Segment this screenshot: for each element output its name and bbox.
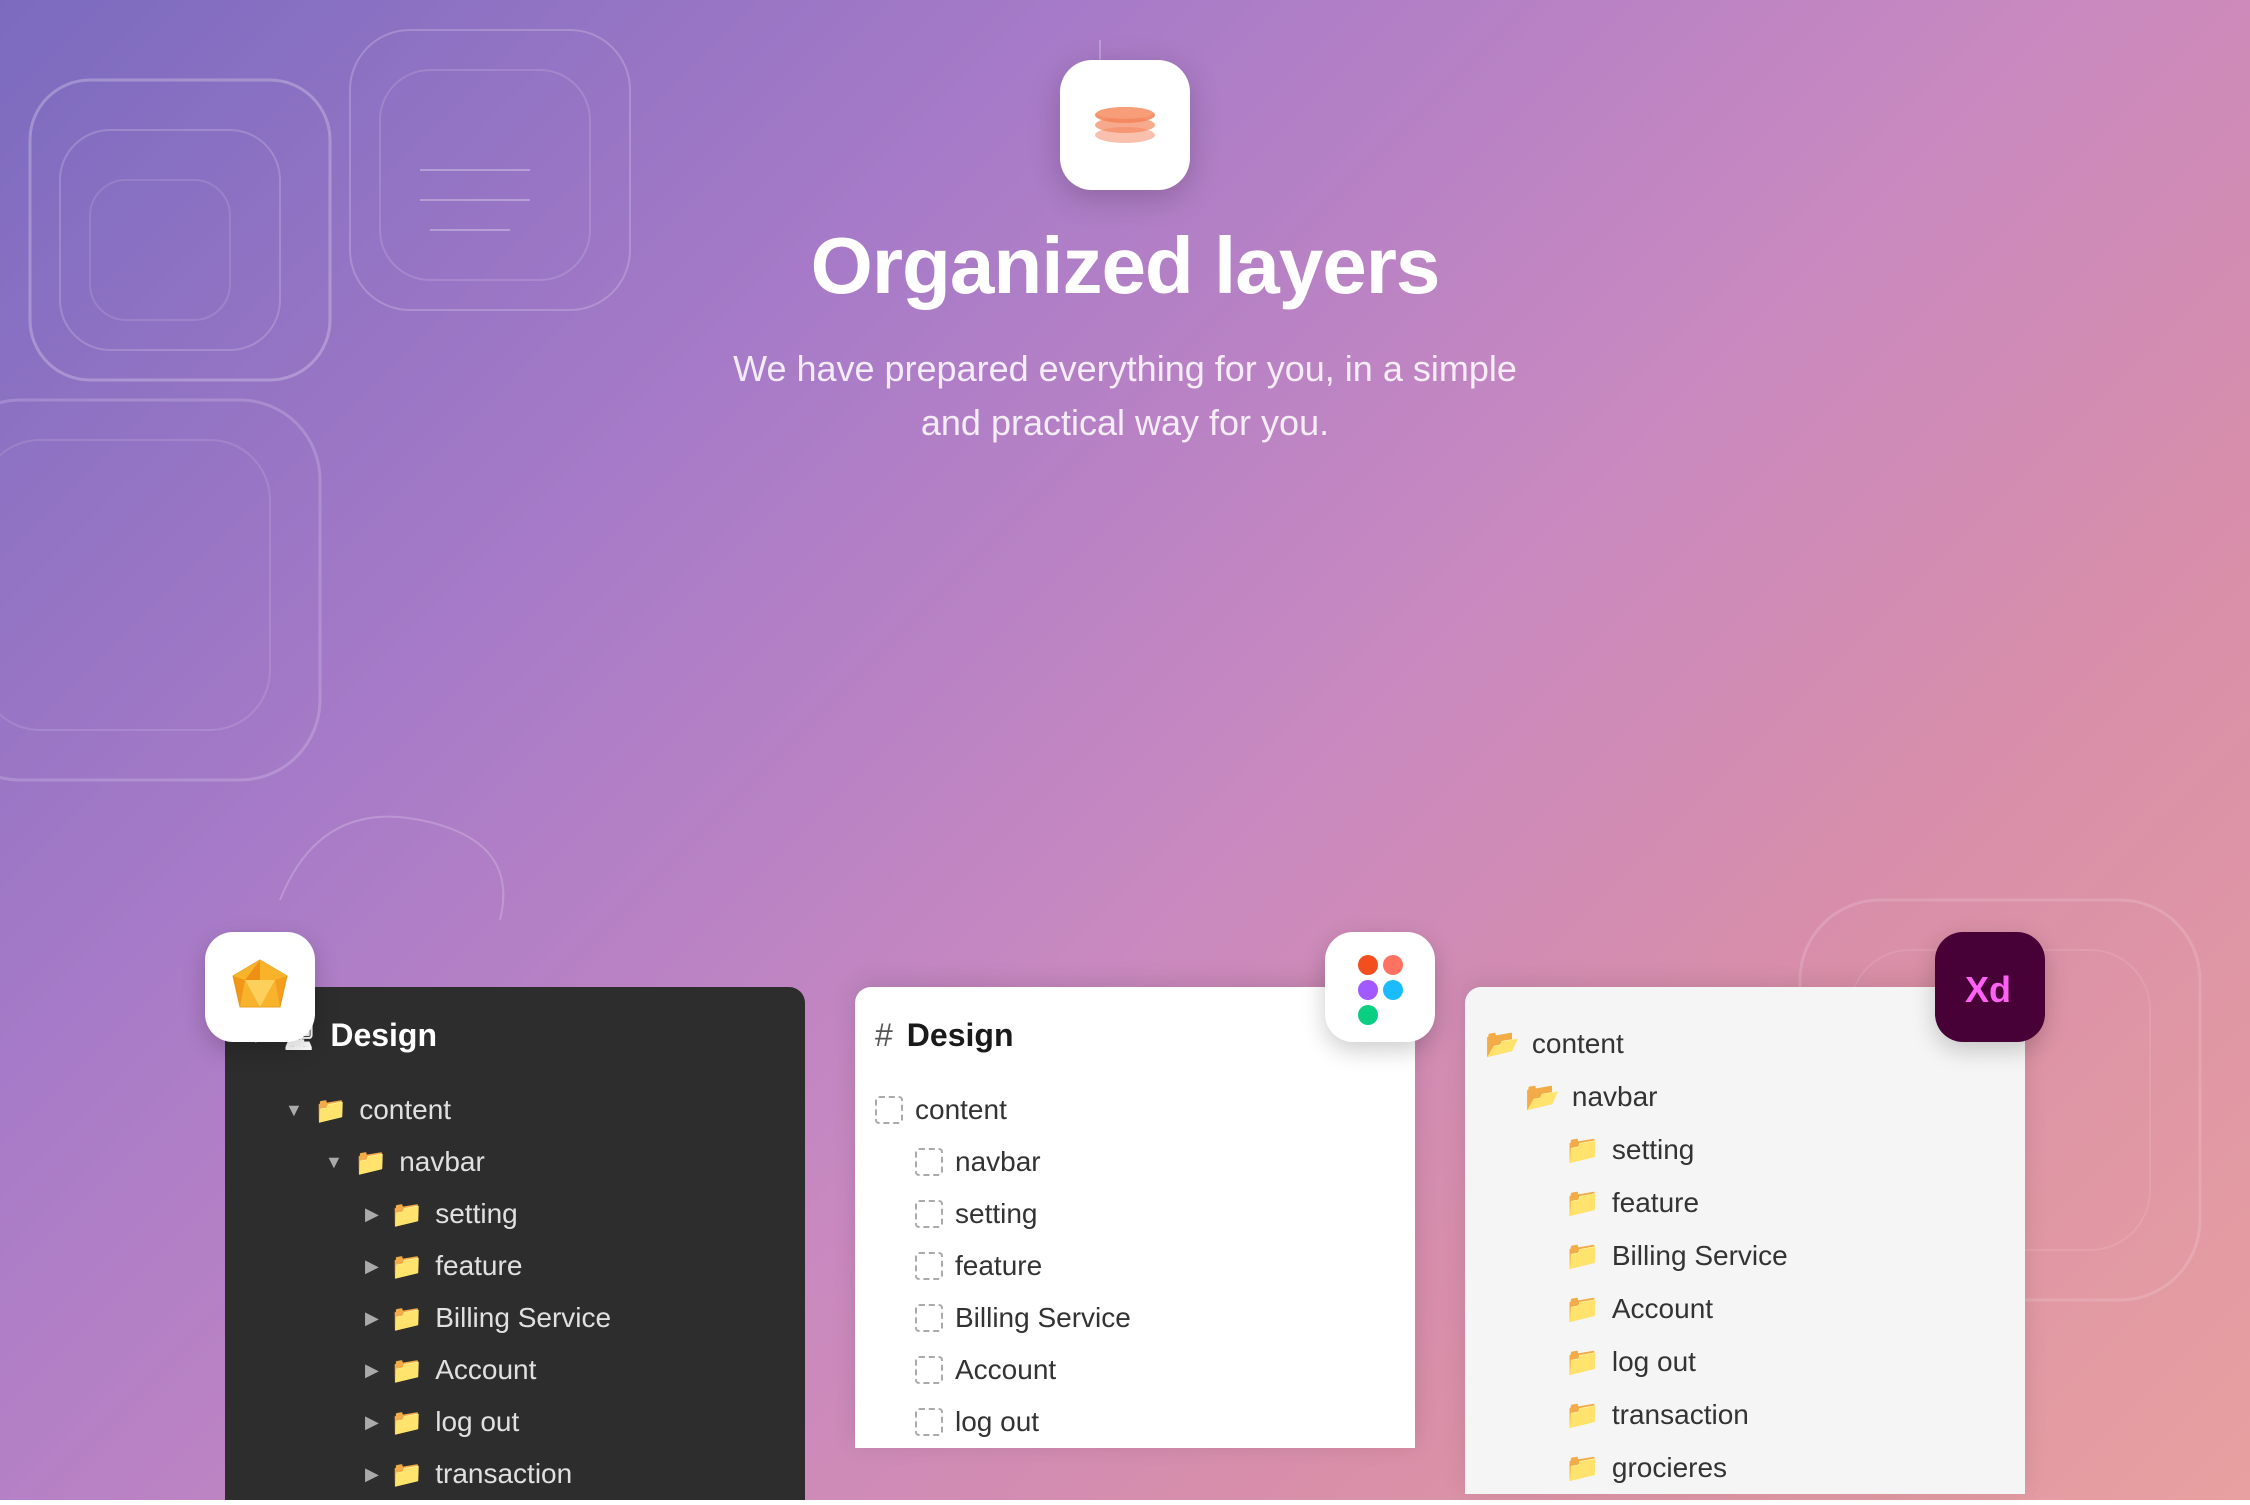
figma-icon — [1325, 932, 1435, 1042]
sketch-label: Billing Service — [435, 1302, 611, 1334]
sketch-label: log out — [435, 1406, 519, 1438]
sketch-panel-wrapper: ▼ 🖥 Design ▼ 📁 content ▼ 📁 navbar — [225, 987, 805, 1500]
xd-label: transaction — [1612, 1399, 1749, 1431]
sketch-item-setting: ▶ 📁 setting — [245, 1188, 785, 1240]
background: Organized layers We have prepared everyt… — [0, 0, 2250, 1500]
figma-label: Billing Service — [955, 1302, 1131, 1334]
sketch-label: transaction — [435, 1458, 572, 1490]
xd-item-transaction: 📁 transaction — [1485, 1388, 2005, 1441]
xd-label: setting — [1612, 1134, 1695, 1166]
sketch-item-feature: ▶ 📁 feature — [245, 1240, 785, 1292]
xd-item-grocieres: 📁 grocieres — [1485, 1441, 2005, 1494]
xd-item-navbar: 📂 navbar — [1485, 1070, 2005, 1123]
xd-label: feature — [1612, 1187, 1699, 1219]
sketch-label: feature — [435, 1250, 522, 1282]
sketch-item-billing: ▶ 📁 Billing Service — [245, 1292, 785, 1344]
hero-title: Organized layers — [811, 220, 1440, 312]
figma-panel-title: Design — [907, 1017, 1014, 1054]
xd-panel-wrapper: Xd 📂 content 📂 navbar 📁 se — [1465, 987, 2025, 1494]
hero-subtitle: We have prepared everything for you, in … — [733, 342, 1517, 450]
xd-icon: Xd — [1935, 932, 2045, 1042]
figma-label: Account — [955, 1354, 1056, 1386]
figma-item-feature: feature — [875, 1240, 1395, 1292]
xd-label: navbar — [1572, 1081, 1658, 1113]
figma-label: navbar — [955, 1146, 1041, 1178]
xd-item-logout: 📁 log out — [1485, 1335, 2005, 1388]
figma-item-account: Account — [875, 1344, 1395, 1396]
figma-label: setting — [955, 1198, 1038, 1230]
hero-section: Organized layers We have prepared everyt… — [733, 0, 1517, 450]
figma-item-content: content — [875, 1084, 1395, 1136]
sketch-item-navbar: ▼ 📁 navbar — [245, 1136, 785, 1188]
sketch-header: ▼ 🖥 Design — [245, 1017, 785, 1054]
figma-item-billing: Billing Service — [875, 1292, 1395, 1344]
xd-item-billing: 📁 Billing Service — [1485, 1229, 2005, 1282]
figma-item-setting: setting — [875, 1188, 1395, 1240]
xd-label: log out — [1612, 1346, 1696, 1378]
xd-item-content: 📂 content — [1485, 1017, 2005, 1070]
svg-text:Xd: Xd — [1965, 969, 2011, 1010]
sketch-panel: ▼ 🖥 Design ▼ 📁 content ▼ 📁 navbar — [225, 987, 805, 1500]
sketch-icon — [205, 932, 315, 1042]
xd-panel: 📂 content 📂 navbar 📁 setting 📁 feature — [1465, 987, 2025, 1494]
xd-label: grocieres — [1612, 1452, 1727, 1484]
xd-label: Account — [1612, 1293, 1713, 1325]
figma-label: log out — [955, 1406, 1039, 1438]
sketch-label: Account — [435, 1354, 536, 1386]
figma-label: content — [915, 1094, 1007, 1126]
xd-label: Billing Service — [1612, 1240, 1788, 1272]
figma-item-navbar: navbar — [875, 1136, 1395, 1188]
sketch-item-account: ▶ 📁 Account — [245, 1344, 785, 1396]
figma-panel-wrapper: # Design content navbar setting — [855, 987, 1415, 1448]
main-app-icon — [1060, 60, 1190, 190]
xd-label: content — [1532, 1028, 1624, 1060]
sketch-item-logout: ▶ 📁 log out — [245, 1396, 785, 1448]
sketch-item-content: ▼ 📁 content — [245, 1084, 785, 1136]
figma-header: # Design — [875, 1017, 1395, 1054]
sketch-item-transaction: ▶ 📁 transaction — [245, 1448, 785, 1500]
figma-item-logout: log out — [875, 1396, 1395, 1448]
sketch-label: setting — [435, 1198, 518, 1230]
figma-panel: # Design content navbar setting — [855, 987, 1415, 1448]
sketch-panel-title: Design — [330, 1017, 437, 1054]
xd-item-feature: 📁 feature — [1485, 1176, 2005, 1229]
xd-item-setting: 📁 setting — [1485, 1123, 2005, 1176]
xd-item-account: 📁 Account — [1485, 1282, 2005, 1335]
panels-row: ▼ 🖥 Design ▼ 📁 content ▼ 📁 navbar — [0, 987, 2250, 1500]
sketch-label: navbar — [399, 1146, 485, 1178]
figma-label: feature — [955, 1250, 1042, 1282]
sketch-label: content — [359, 1094, 451, 1126]
